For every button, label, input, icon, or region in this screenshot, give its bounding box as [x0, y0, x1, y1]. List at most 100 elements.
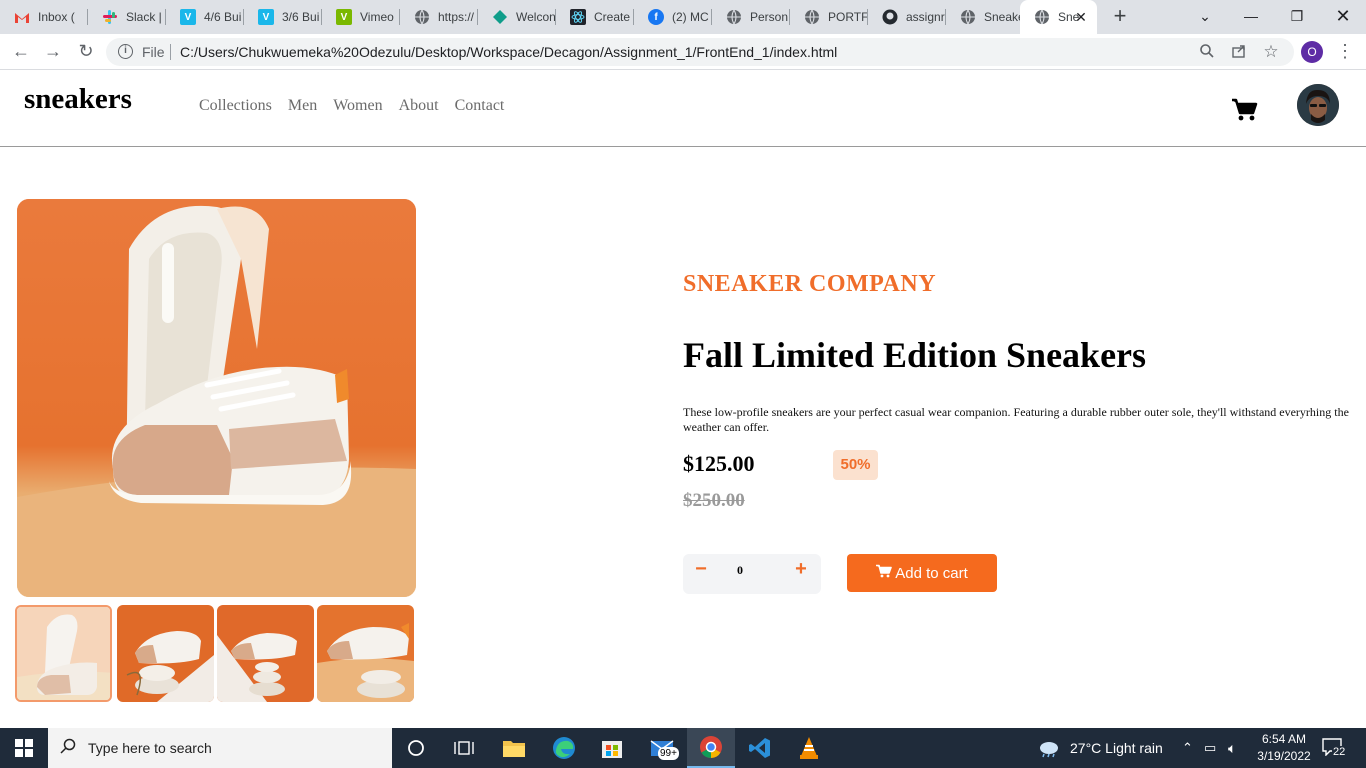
search-placeholder: Type here to search — [88, 740, 212, 756]
browser-tab-label: Vimeo — [360, 10, 394, 24]
close-tab-icon[interactable]: ✕ — [1073, 9, 1089, 25]
address-bar[interactable]: i File C:/Users/Chukwuemeka%20Odezulu/De… — [106, 38, 1294, 66]
browser-tab[interactable]: V 4/6 Bui — [166, 0, 244, 34]
file-explorer-icon[interactable] — [490, 728, 538, 768]
browser-tab-label: Person — [750, 10, 789, 24]
file-scheme-label: File — [142, 44, 165, 60]
new-tab-button[interactable]: + — [1108, 5, 1132, 29]
slack-icon — [102, 9, 118, 25]
weather-icon[interactable] — [1038, 728, 1060, 768]
nav-link-women[interactable]: Women — [333, 97, 382, 115]
search-icon — [48, 738, 88, 759]
forward-button[interactable]: → — [41, 40, 65, 64]
current-price: $125.00 — [683, 451, 755, 476]
product-thumbnail-1[interactable] — [15, 605, 112, 702]
cortana-icon[interactable] — [392, 728, 440, 768]
tab-search-button[interactable]: ⌄ — [1182, 0, 1228, 34]
close-window-button[interactable]: ✕ — [1320, 0, 1366, 34]
notification-center-icon[interactable]: 22 — [1320, 736, 1350, 760]
nav-link-about[interactable]: About — [399, 97, 439, 115]
browser-tab[interactable]: Person — [712, 0, 790, 34]
mail-icon[interactable]: 99+ — [638, 728, 686, 768]
clock-time: 6:54 AM — [1261, 732, 1307, 746]
product-thumbnail-3[interactable] — [217, 605, 314, 702]
browser-tab[interactable]: Sne ✕ — [1020, 0, 1097, 34]
back-button[interactable]: ← — [9, 40, 33, 64]
microsoft-store-icon[interactable] — [588, 728, 636, 768]
browser-tab[interactable]: assignr — [868, 0, 946, 34]
browser-tab[interactable]: V 3/6 Bui — [244, 0, 322, 34]
browser-tab[interactable]: Create — [556, 0, 634, 34]
volume-icon[interactable]: 🔈︎ — [1228, 728, 1236, 768]
share-icon[interactable] — [1230, 43, 1248, 61]
task-view-icon[interactable] — [440, 728, 488, 768]
product-main-image[interactable] — [17, 199, 416, 597]
cart-small-icon — [876, 564, 893, 582]
cart-icon[interactable] — [1231, 97, 1259, 123]
quantity-stepper: − 0 + — [683, 554, 821, 594]
mail-badge: 99+ — [658, 747, 679, 760]
browser-tab-label: PORTF — [828, 10, 868, 24]
vlc-icon[interactable] — [785, 728, 833, 768]
browser-tab-label: https:// — [438, 10, 475, 24]
globe-icon — [726, 9, 742, 25]
clock-date: 3/19/2022 — [1257, 749, 1311, 763]
react-icon — [570, 9, 586, 25]
system-clock[interactable]: 6:54 AM 3/19/2022 — [1251, 731, 1317, 765]
site-info-icon[interactable]: i — [118, 44, 133, 59]
vimeo-icon: V — [180, 9, 196, 25]
zoom-icon[interactable] — [1198, 43, 1216, 61]
globe-icon — [960, 9, 976, 25]
browser-tab-label: assignr — [906, 10, 945, 24]
nav-link-collections[interactable]: Collections — [199, 97, 272, 115]
diamond-icon — [492, 9, 508, 25]
add-to-cart-button[interactable]: Add to cart — [847, 554, 997, 592]
browser-tab-label: Inbox ( — [38, 10, 75, 24]
product-title: Fall Limited Edition Sneakers — [683, 335, 1147, 375]
site-logo[interactable]: sneakers — [24, 83, 132, 116]
edge-icon[interactable] — [540, 728, 588, 768]
facebook-icon: f — [648, 9, 664, 25]
browser-tab[interactable]: f (2) MC — [634, 0, 712, 34]
header-divider — [0, 146, 1366, 147]
browser-tab[interactable]: Sneake — [946, 0, 1024, 34]
weather-text[interactable]: 27°C Light rain — [1070, 728, 1163, 768]
browser-tab[interactable]: Slack | — [88, 0, 166, 34]
vimeo-icon: V — [336, 9, 352, 25]
nav-link-men[interactable]: Men — [288, 97, 317, 115]
browser-tab-label: 3/6 Bui — [282, 10, 320, 24]
user-avatar[interactable] — [1297, 84, 1339, 126]
browser-tab[interactable]: Inbox ( — [0, 0, 88, 34]
original-price: $250.00 — [683, 490, 745, 511]
brand-name: SNEAKER COMPANY — [683, 271, 937, 297]
product-thumbnail-2[interactable] — [117, 605, 214, 702]
profile-avatar[interactable]: O — [1301, 41, 1323, 63]
tray-overflow-icon[interactable]: ⌃ — [1182, 728, 1193, 768]
browser-tab[interactable]: V Vimeo — [322, 0, 400, 34]
windows-start-button[interactable] — [0, 728, 48, 768]
browser-toolbar: ← → ↻ i File C:/Users/Chukwuemeka%20Odez… — [0, 34, 1366, 70]
taskbar-search[interactable]: Type here to search — [48, 728, 392, 768]
chrome-icon[interactable] — [687, 728, 735, 768]
bookmark-star-icon[interactable]: ☆ — [1262, 43, 1280, 61]
notification-count: 22 — [1332, 746, 1347, 758]
browser-menu-icon[interactable]: ⋮ — [1336, 40, 1354, 64]
nav-link-contact[interactable]: Contact — [455, 97, 505, 115]
browser-tab-label: (2) MC — [672, 10, 709, 24]
minimize-button[interactable]: — — [1228, 0, 1274, 34]
browser-tab[interactable]: PORTF — [790, 0, 868, 34]
product-thumbnail-4[interactable] — [317, 605, 414, 702]
url-text[interactable]: C:/Users/Chukwuemeka%20Odezulu/Desktop/W… — [180, 44, 837, 60]
increase-quantity-button[interactable]: + — [789, 558, 813, 582]
address-divider — [170, 44, 171, 60]
globe-icon — [804, 9, 820, 25]
browser-tab[interactable]: https:// — [400, 0, 478, 34]
browser-tab-label: Slack | — [126, 10, 162, 24]
battery-icon[interactable]: ▭ — [1204, 728, 1216, 768]
reload-button[interactable]: ↻ — [74, 40, 98, 64]
maximize-button[interactable]: ❐ — [1274, 0, 1320, 34]
decrease-quantity-button[interactable]: − — [689, 558, 713, 582]
browser-tabstrip: + ⌄ — ❐ ✕ Inbox (Slack | V 4/6 Bui V 3/6 Bui… — [0, 0, 1366, 34]
browser-tab[interactable]: Welcon — [478, 0, 556, 34]
vscode-icon[interactable] — [736, 728, 784, 768]
